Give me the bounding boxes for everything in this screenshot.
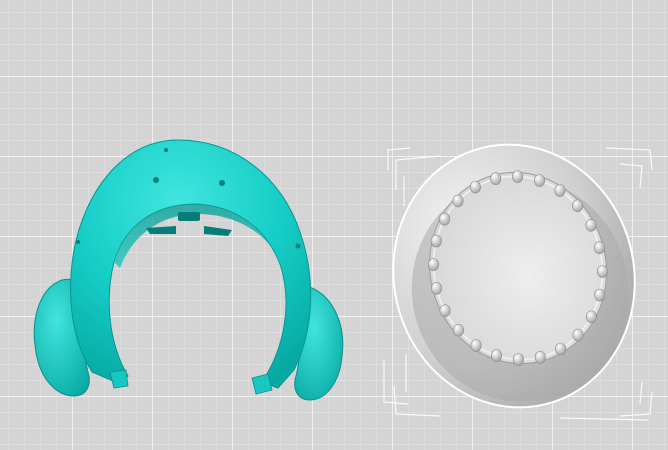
tooth [427, 258, 439, 271]
tooth [490, 172, 502, 185]
tooth [585, 310, 597, 324]
tooth [554, 184, 566, 197]
teal-head-model[interactable] [33, 139, 344, 401]
tooth [533, 174, 545, 187]
scene-canvas[interactable] [0, 0, 668, 450]
tooth [593, 241, 605, 254]
tooth [430, 234, 442, 248]
tooth [452, 323, 464, 337]
tooth [512, 353, 524, 366]
3d-viewport[interactable] [0, 0, 668, 450]
tooth [439, 212, 451, 226]
tooth [430, 281, 442, 295]
side-hole-left [76, 240, 80, 244]
right-foot-tab[interactable] [251, 373, 273, 395]
center-connector-slot [178, 212, 200, 221]
tooth [512, 170, 524, 183]
tooth [534, 350, 546, 364]
tooth [470, 339, 482, 352]
tooth [594, 288, 606, 302]
tooth [585, 219, 597, 232]
left-foot-tab[interactable] [109, 369, 129, 389]
tooth [452, 194, 464, 208]
eye-hole-right [219, 180, 225, 186]
tooth [555, 342, 567, 356]
top-hole [164, 148, 168, 152]
tooth [571, 199, 583, 213]
right-slot [204, 226, 232, 236]
tooth [596, 265, 608, 278]
head-arch-shell[interactable] [70, 139, 312, 389]
tooth [572, 328, 584, 342]
tooth [469, 180, 481, 194]
eye-hole-left [153, 177, 159, 183]
side-hole-right [295, 243, 301, 249]
tooth [439, 304, 451, 318]
gray-mouth-model[interactable] [366, 119, 663, 433]
tooth [490, 349, 502, 362]
